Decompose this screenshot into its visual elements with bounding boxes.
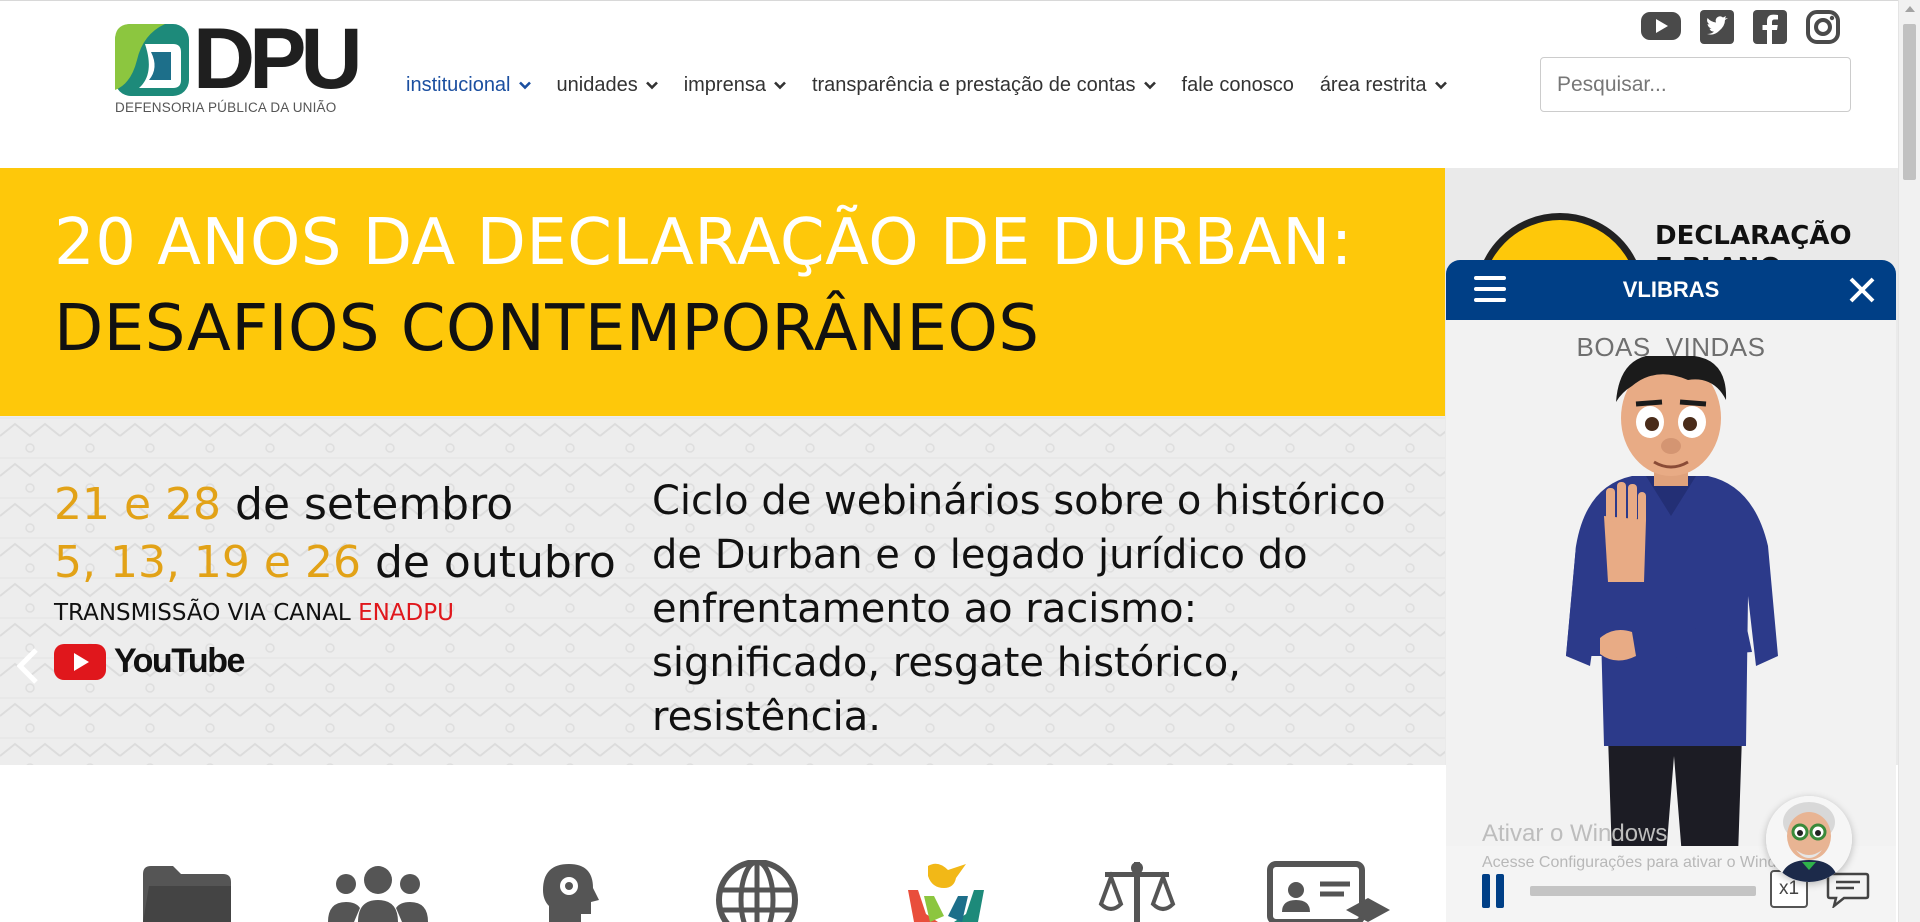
dates-month: de outubro (360, 537, 616, 588)
windows-watermark-title: Ativar o Windows (1482, 820, 1668, 847)
dates-october: 5, 13, 19 e 26 de outubro (54, 534, 616, 592)
youtube-wordmark: YouTube (114, 642, 245, 680)
subtitles-icon[interactable] (1826, 870, 1870, 908)
mind-gear-icon[interactable] (535, 860, 607, 922)
nav-institucional[interactable]: institucional (406, 74, 531, 97)
assistant-face-icon (1766, 796, 1852, 882)
nav-transparencia[interactable]: transparência e prestação de contas (812, 74, 1156, 97)
close-icon[interactable] (1848, 276, 1876, 304)
main-nav: institucional unidades imprensa transpar… (406, 72, 1473, 98)
top-border (0, 0, 1898, 1)
globe-icon[interactable] (716, 860, 798, 922)
chevron-down-icon (1434, 81, 1447, 89)
dates-highlight: 21 e 28 (54, 479, 222, 530)
vlibras-header: VLIBRAS (1446, 260, 1896, 320)
folder-icon[interactable] (139, 860, 235, 922)
next-slide-line1: DECLARAÇÃO (1655, 221, 1852, 251)
search-input[interactable] (1540, 57, 1851, 112)
pause-icon[interactable] (1482, 874, 1504, 908)
dates-highlight: 5, 13, 19 e 26 (54, 537, 361, 588)
nav-imprensa[interactable]: imprensa (684, 74, 786, 97)
chevron-down-icon (645, 81, 658, 89)
carousel-prev-icon[interactable] (14, 646, 40, 686)
scales-of-justice-icon[interactable] (1097, 860, 1177, 922)
windows-watermark-text: Acesse Configurações para ativar o Windo… (1482, 854, 1810, 871)
playback-progress-track[interactable] (1530, 886, 1756, 896)
banner-title-line2: DESAFIOS CONTEMPORÂNEOS (54, 292, 1040, 366)
nav-label: área restrita (1319, 73, 1427, 96)
twitter-icon[interactable] (1700, 10, 1734, 44)
scrollbar-thumb[interactable] (1903, 24, 1916, 180)
facebook-icon[interactable] (1753, 10, 1787, 44)
chevron-down-icon (1143, 81, 1156, 89)
chevron-down-icon (518, 81, 531, 89)
youtube-play-icon (54, 643, 106, 680)
dates-month: de setembro (221, 479, 514, 530)
certificate-icon[interactable] (1266, 860, 1390, 922)
instagram-icon[interactable] (1806, 10, 1840, 44)
nav-label: institucional (406, 73, 511, 96)
users-icon[interactable] (324, 860, 432, 922)
dates-september: 21 e 28 de setembro (54, 476, 616, 534)
logo-subtitle: DEFENSORIA PÚBLICA DA UNIÃO (115, 100, 337, 115)
dpu-logo[interactable]: DPU DEFENSORIA PÚBLICA DA UNIÃO (115, 16, 363, 120)
nav-area-restrita[interactable]: área restrita (1320, 74, 1447, 97)
sign-language-avatar (1566, 356, 1778, 856)
nav-label: unidades (556, 73, 638, 96)
transmission-prefix: TRANSMISSÃO VIA CANAL (54, 600, 359, 626)
hero-banner[interactable]: 20 ANOS DA DECLARAÇÃO DE DURBAN: DESAFIO… (0, 168, 1445, 765)
nav-unidades[interactable]: unidades (557, 74, 658, 97)
nav-label: transparência e prestação de contas (811, 73, 1136, 96)
nav-label: imprensa (683, 73, 766, 96)
vlibras-title: VLIBRAS (1622, 277, 1720, 302)
dove-hands-icon[interactable] (904, 860, 988, 922)
transmission-label: TRANSMISSÃO VIA CANAL ENADPU (54, 600, 454, 626)
nav-label: fale conosco (1181, 73, 1294, 96)
vlibras-assistant-avatar[interactable] (1766, 796, 1852, 882)
banner-title-line1: 20 ANOS DA DECLARAÇÃO DE DURBAN: (54, 206, 1353, 280)
logo-wordmark: DPU (193, 11, 363, 107)
menu-icon[interactable] (1474, 273, 1506, 305)
page-scrollbar[interactable] (1898, 0, 1920, 922)
quick-links-row (0, 860, 1445, 922)
scroll-up-arrow-icon[interactable] (1905, 6, 1915, 12)
transmission-channel: ENADPU (358, 600, 454, 626)
banner-dates: 21 e 28 de setembro 5, 13, 19 e 26 de ou… (54, 476, 616, 592)
youtube-icon[interactable] (1641, 11, 1681, 41)
banner-description: Ciclo de webinários sobre o histórico de… (652, 478, 1386, 740)
dpu-logo-mark (115, 24, 189, 96)
nav-fale-conosco[interactable]: fale conosco (1182, 74, 1294, 97)
youtube-logo: YouTube (54, 642, 245, 681)
chevron-down-icon (774, 81, 786, 89)
